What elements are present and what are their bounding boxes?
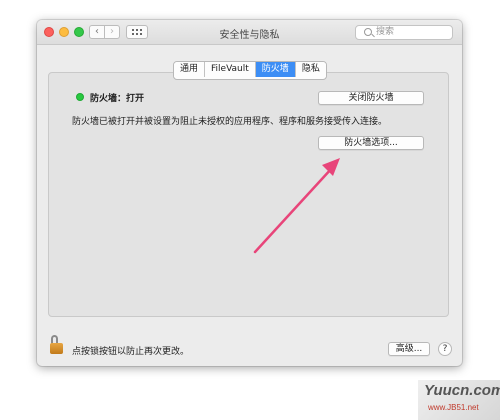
zoom-window-button[interactable] [74,27,84,37]
help-button[interactable]: ? [438,342,452,356]
status-indicator-icon [76,93,84,101]
search-icon [364,28,372,36]
lock-body [50,343,63,354]
firewall-description: 防火墙已被打开并被设置为阻止未授权的应用程序、程序和服务接受传入连接。 [72,117,388,127]
search-placeholder: 搜索 [376,27,395,37]
firewall-options-button[interactable]: 防火墙选项... [318,136,424,150]
show-all-button[interactable] [126,25,148,39]
close-window-button[interactable] [44,27,54,37]
grid-icon-dot [136,33,138,35]
search-field[interactable]: 搜索 [355,25,453,40]
chevron-left-icon: ‹ [95,26,99,37]
watermark-sub: www.JB51.net [428,403,479,412]
advanced-button[interactable]: 高级... [388,342,430,356]
lock-hint: 点按锁按钮以防止再次更改。 [72,347,190,357]
tab-firewall[interactable]: 防火墙 [255,62,296,77]
minimize-window-button[interactable] [59,27,69,37]
tab-filevault[interactable]: FileVault [205,62,256,77]
tab-general[interactable]: 通用 [174,62,206,77]
grid-icon-dot [140,33,142,35]
grid-icon [132,29,134,31]
tab-bar: 通用 FileVault 防火墙 隐私 [173,61,327,80]
grid-icon-dot [136,29,138,31]
firewall-status: 防火墙：打开 [90,94,145,104]
forward-button[interactable]: › [104,25,120,39]
turn-off-firewall-button[interactable]: 关闭防火墙 [318,91,424,105]
back-button[interactable]: ‹ [89,25,105,39]
watermark-main: Yuucn.com [424,382,500,399]
window-title: 安全性与隐私 [219,30,280,41]
tab-content-panel [48,72,449,317]
grid-icon-dot [140,29,142,31]
tab-privacy[interactable]: 隐私 [295,62,326,77]
grid-icon-dot [132,33,134,35]
lock-icon[interactable] [50,335,64,355]
chevron-right-icon: › [110,26,114,37]
title-bar: ‹ › 安全性与隐私 搜索 [37,20,462,45]
